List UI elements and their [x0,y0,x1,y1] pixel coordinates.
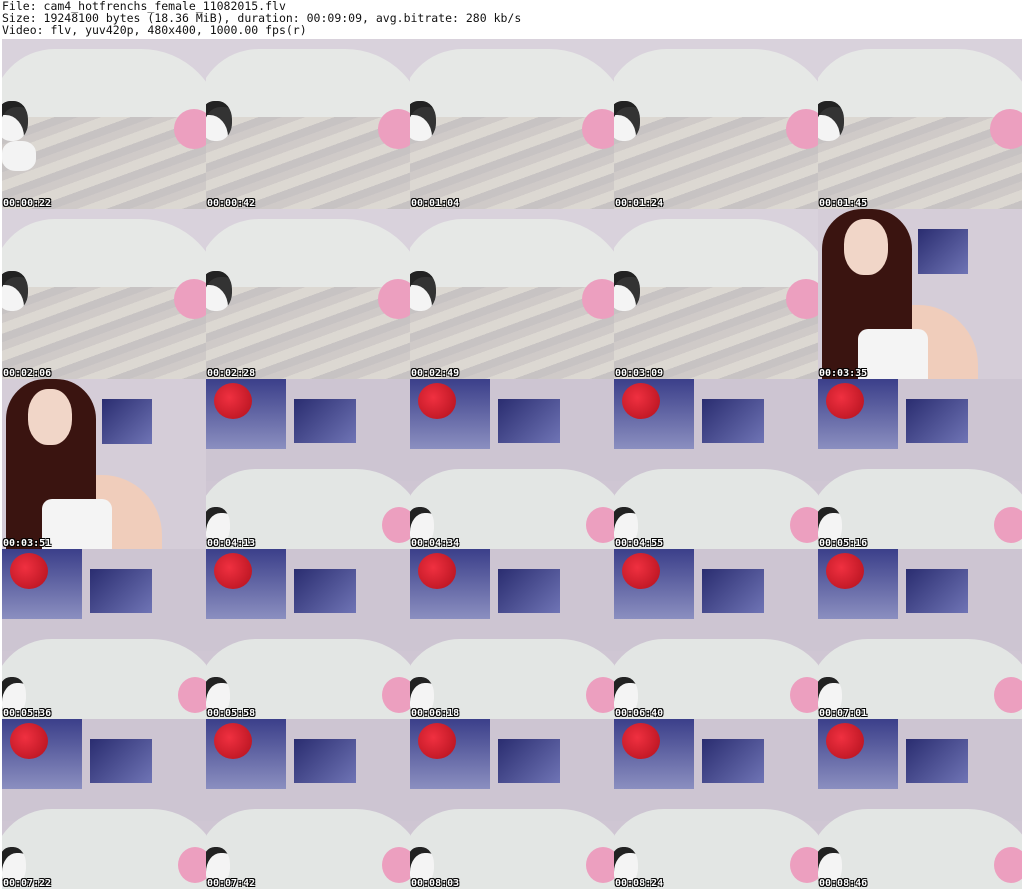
video-thumbnail[interactable]: 00:02:49 [410,209,614,379]
timestamp-label: 00:08:46 [819,878,868,889]
pink-pillow [790,847,818,883]
video-thumbnail[interactable]: 00:06:18 [410,549,614,719]
video-thumbnail[interactable]: 00:07:42 [206,719,410,889]
timestamp-label: 00:07:22 [3,878,52,889]
video-thumbnail[interactable]: 00:03:35 [818,209,1022,379]
timestamp-label: 00:01:04 [411,198,460,209]
timestamp-label: 00:02:06 [3,368,52,379]
pink-pillow [378,109,410,149]
plush-toy [206,271,232,311]
video-thumbnail[interactable]: 00:04:34 [410,379,614,549]
timestamp-label: 00:02:28 [207,368,256,379]
pink-pillow [382,507,410,543]
timestamp-label: 00:05:58 [207,708,256,719]
pink-pillow [582,109,614,149]
timestamp-label: 00:00:22 [3,198,52,209]
pink-pillow [382,847,410,883]
pink-pillow [586,507,614,543]
video-thumbnail[interactable]: 00:08:46 [818,719,1022,889]
pink-pillow [382,677,410,713]
pink-pillow [586,677,614,713]
plush-toy [818,101,844,141]
timestamp-label: 00:04:55 [615,538,664,549]
video-thumbnail[interactable]: 00:02:06 [2,209,206,379]
pink-pillow [586,847,614,883]
video-thumbnail[interactable]: 00:08:03 [410,719,614,889]
video-thumbnail[interactable]: 00:08:24 [614,719,818,889]
plush-toy [614,101,640,141]
timestamp-label: 00:07:01 [819,708,868,719]
pink-pillow [786,109,818,149]
pink-pillow [178,677,206,713]
pink-pillow [378,279,410,319]
video-thumbnail[interactable]: 00:05:36 [2,549,206,719]
timestamp-label: 00:08:03 [411,878,460,889]
timestamp-label: 00:02:49 [411,368,460,379]
pink-pillow [178,847,206,883]
person-face [844,219,888,275]
pink-pillow [174,109,206,149]
thumbnail-grid: 00:00:22 00:00:42 00:01:04 00:01:24 00:01:45… [2,39,1022,889]
pink-pillow [790,677,818,713]
pink-pillow [174,279,206,319]
timestamp-label: 00:03:09 [615,368,664,379]
pink-pillow [990,109,1022,149]
video-thumbnail[interactable]: 00:01:24 [614,39,818,209]
plush-toy [410,271,436,311]
timestamp-label: 00:04:34 [411,538,460,549]
timestamp-label: 00:03:35 [819,368,868,379]
timestamp-label: 00:04:13 [207,538,256,549]
plush-toy [410,101,436,141]
timestamp-label: 00:07:42 [207,878,256,889]
video-thumbnail[interactable]: 00:00:22 [2,39,206,209]
timestamp-label: 00:06:40 [615,708,664,719]
plush-toy [614,271,640,311]
timestamp-label: 00:01:45 [819,198,868,209]
video-thumbnail[interactable]: 00:02:28 [206,209,410,379]
person-face [28,389,72,445]
video-thumbnail[interactable]: 00:05:16 [818,379,1022,549]
plush-toy [2,271,28,311]
timestamp-label: 00:05:36 [3,708,52,719]
video-info-line: Video: flv, yuv420p, 480x400, 1000.00 fp… [2,23,307,37]
pink-pillow [994,847,1022,883]
timestamp-label: 00:08:24 [615,878,664,889]
video-thumbnail[interactable]: 00:04:55 [614,379,818,549]
timestamp-label: 00:06:18 [411,708,460,719]
pink-pillow [790,507,818,543]
pink-pillow [582,279,614,319]
video-thumbnail[interactable]: 00:04:13 [206,379,410,549]
pink-pillow [786,279,818,319]
video-thumbnail[interactable]: 00:06:40 [614,549,818,719]
video-thumbnail[interactable]: 00:05:58 [206,549,410,719]
video-thumbnail[interactable]: 00:07:22 [2,719,206,889]
pink-pillow [994,677,1022,713]
video-thumbnail[interactable]: 00:01:04 [410,39,614,209]
video-thumbnail[interactable]: 00:03:09 [614,209,818,379]
timestamp-label: 00:05:16 [819,538,868,549]
video-thumbnail[interactable]: 00:03:51 [2,379,206,549]
timestamp-label: 00:03:51 [3,538,52,549]
video-thumbnail[interactable]: 00:00:42 [206,39,410,209]
video-thumbnail[interactable]: 00:01:45 [818,39,1022,209]
plush-toy [206,101,232,141]
file-info-header: File: cam4_hotfrenchs_female_11082015.fl… [2,0,521,36]
timestamp-label: 00:00:42 [207,198,256,209]
plush-toy [2,101,28,141]
timestamp-label: 00:01:24 [615,198,664,209]
video-thumbnail[interactable]: 00:07:01 [818,549,1022,719]
pink-pillow [994,507,1022,543]
